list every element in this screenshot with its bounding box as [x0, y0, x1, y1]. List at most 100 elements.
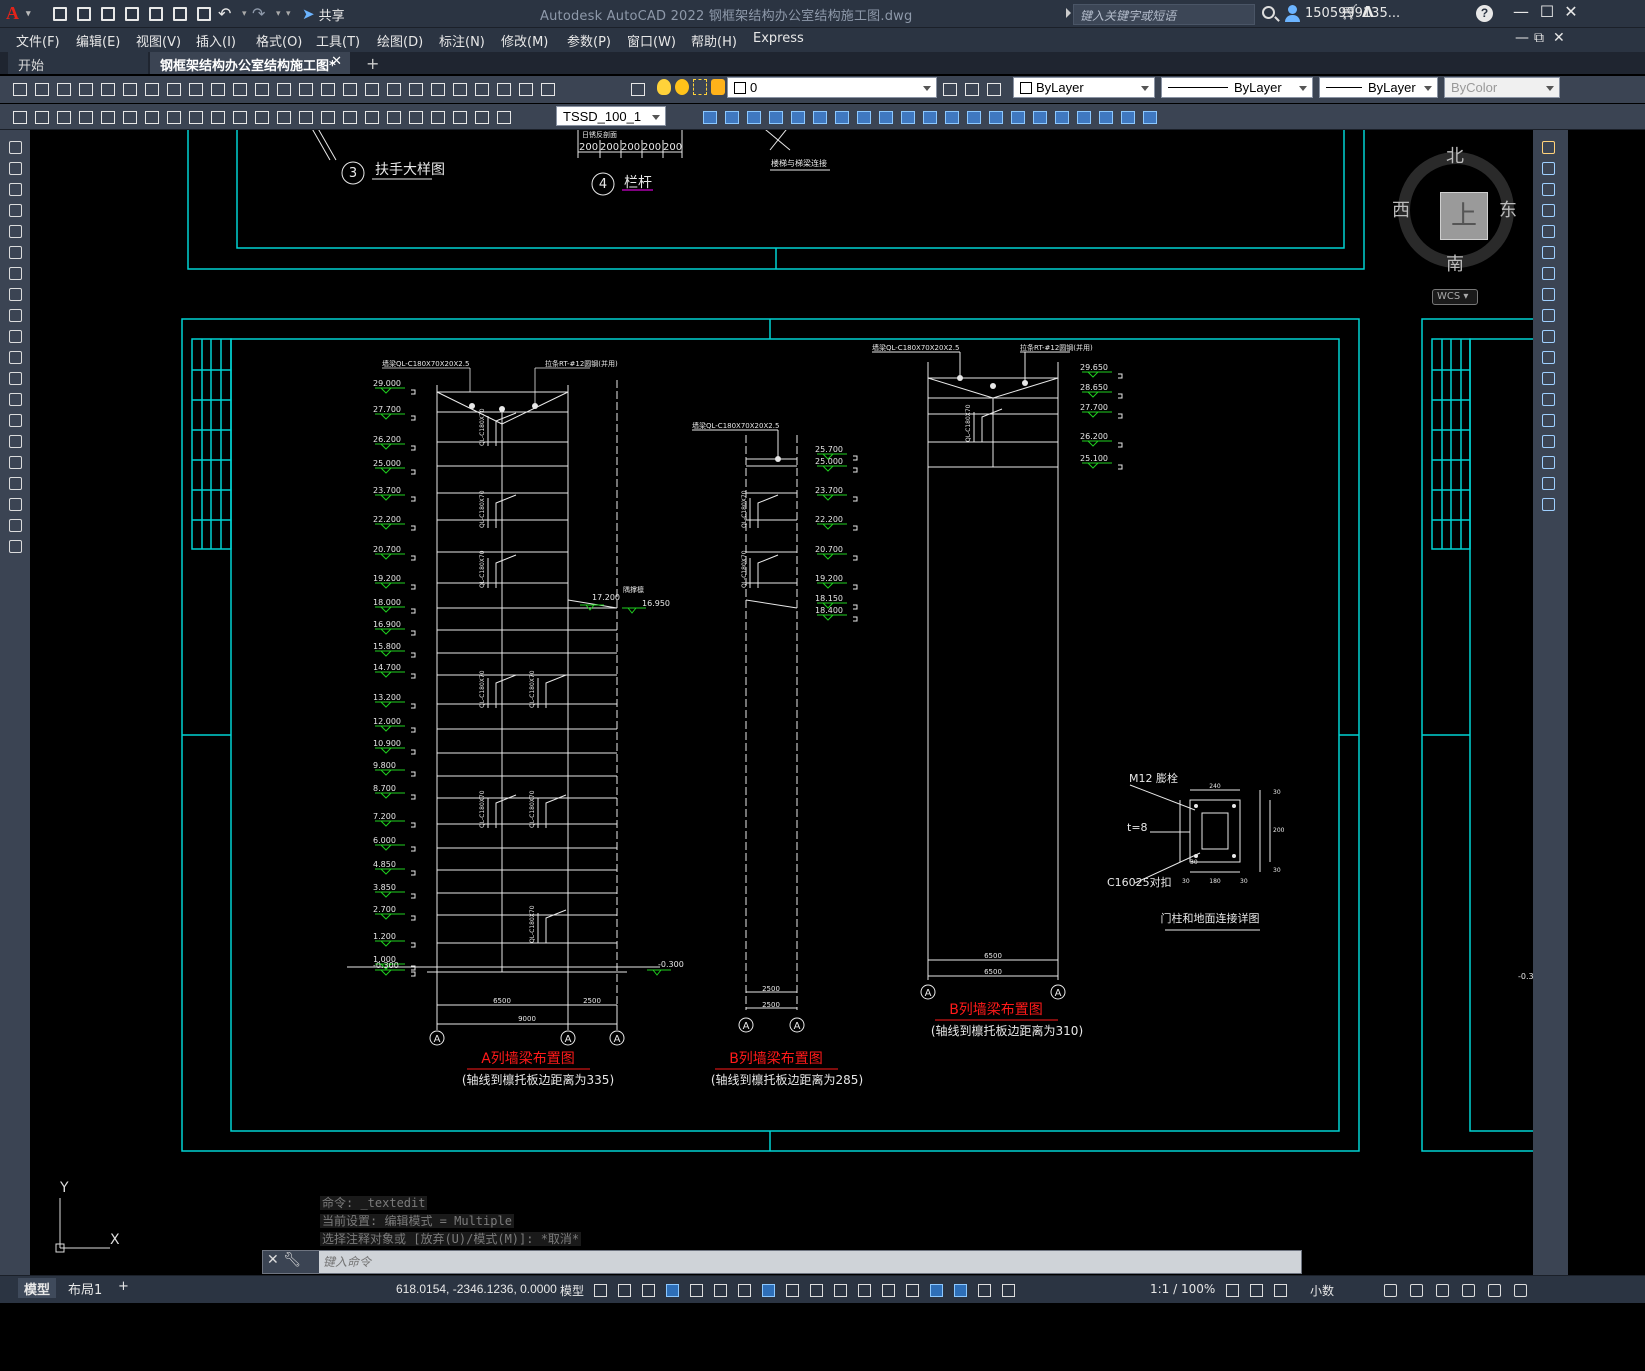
layer-previous-icon[interactable] [962, 80, 981, 98]
dim-text-edit-icon[interactable] [472, 108, 491, 126]
menu-edit[interactable]: 编辑(E) [76, 31, 120, 50]
circle-icon[interactable] [6, 264, 24, 282]
table-icon[interactable] [6, 495, 24, 513]
revision-cloud-icon[interactable] [6, 285, 24, 303]
redo-dropdown-icon[interactable]: ▾ [276, 9, 282, 19]
redo-icon[interactable] [296, 80, 315, 98]
tssd-tool-2-icon[interactable] [32, 108, 51, 126]
region-icon[interactable] [6, 474, 24, 492]
isolate-objects-icon[interactable] [1432, 1280, 1452, 1300]
tssd-tool-7-icon[interactable] [766, 108, 785, 126]
lock-ui-icon[interactable] [1406, 1280, 1426, 1300]
menu-format[interactable]: 格式(O) [256, 31, 302, 50]
tssd-tool-24-icon[interactable] [1140, 108, 1159, 126]
tssd-tool-18-icon[interactable] [1008, 108, 1027, 126]
add-layout-button[interactable]: + [112, 1278, 135, 1298]
annotation-scale[interactable]: 1:1 / 100% [1150, 1282, 1215, 1296]
command-customize-icon[interactable]: 🔧︎ [283, 1252, 301, 1268]
lineweight-dropdown[interactable]: ByLayer [1319, 77, 1438, 98]
maximize-button[interactable]: ☐ [1534, 2, 1560, 26]
markup-icon[interactable] [494, 80, 513, 98]
menu-parametric[interactable]: 参数(P) [567, 31, 611, 50]
menu-view[interactable]: 视图(V) [136, 31, 181, 50]
open-icon[interactable] [32, 80, 51, 98]
selection-cycling-icon[interactable] [830, 1280, 850, 1300]
grid-icon[interactable] [590, 1280, 610, 1300]
dim-aligned-icon[interactable] [98, 108, 117, 126]
plotstyle-dropdown[interactable]: ByColor [1444, 77, 1560, 98]
tssd-tool-1-icon[interactable] [10, 108, 29, 126]
move-icon[interactable] [1539, 243, 1557, 261]
menu-tools[interactable]: 工具(T) [316, 31, 360, 50]
layer-lock-icon[interactable] [711, 79, 725, 95]
properties-icon[interactable] [406, 80, 425, 98]
dim-update-icon[interactable] [494, 108, 513, 126]
dim-diameter-icon[interactable] [208, 108, 227, 126]
spline-icon[interactable] [6, 306, 24, 324]
join-icon[interactable] [1539, 411, 1557, 429]
make-block-icon[interactable] [6, 390, 24, 408]
close-window-button[interactable]: ✕ [1558, 2, 1584, 26]
tssd-tool-12-icon[interactable] [876, 108, 895, 126]
tssd-tool-15-icon[interactable] [942, 108, 961, 126]
tab-layout1[interactable]: 布局1 [62, 1278, 108, 1298]
tssd-tool-14-icon[interactable] [920, 108, 939, 126]
make-current-layer-icon[interactable] [940, 80, 959, 98]
graphics-performance-icon[interactable] [1458, 1280, 1478, 1300]
dim-radius-icon[interactable] [164, 108, 183, 126]
doc-minimize-button[interactable]: — [1515, 30, 1529, 46]
clean-screen-icon[interactable] [1484, 1280, 1504, 1300]
ellipse-arc-icon[interactable] [6, 348, 24, 366]
quick-properties-icon[interactable] [1380, 1280, 1400, 1300]
ellipse-icon[interactable] [6, 327, 24, 345]
rotate-icon[interactable] [1539, 264, 1557, 282]
extend-icon[interactable] [1539, 348, 1557, 366]
rectangle-icon[interactable] [6, 222, 24, 240]
qat-customize-icon[interactable]: ▾ [286, 9, 292, 19]
command-close-icon[interactable]: ✕ [267, 1252, 279, 1268]
selection-filter-icon[interactable] [902, 1280, 922, 1300]
dim-angular-icon[interactable] [230, 108, 249, 126]
save-as-icon[interactable] [122, 4, 142, 24]
transparency-icon[interactable] [806, 1280, 826, 1300]
array-icon[interactable] [1539, 222, 1557, 240]
open-file-icon[interactable] [74, 4, 94, 24]
zoom-window-icon[interactable] [362, 80, 381, 98]
dim-continue-icon[interactable] [296, 108, 315, 126]
dim-arc-icon[interactable] [120, 108, 139, 126]
menu-draw[interactable]: 绘图(D) [377, 31, 423, 50]
polyline-icon[interactable] [6, 180, 24, 198]
construction-line-icon[interactable] [6, 159, 24, 177]
gradient-icon[interactable] [6, 453, 24, 471]
tssd-tool-8-icon[interactable] [788, 108, 807, 126]
close-tab-icon[interactable]: ✕ [331, 54, 342, 69]
color-dropdown[interactable]: ByLayer [1013, 77, 1155, 98]
explode-icon[interactable] [1539, 495, 1557, 513]
model-space-toggle[interactable]: 模型 [560, 1282, 584, 1299]
layer-properties-icon[interactable] [628, 80, 647, 98]
blend-curves-icon[interactable] [1539, 474, 1557, 492]
annotation-visibility-icon[interactable] [950, 1280, 970, 1300]
tssd-tool-19-icon[interactable] [1030, 108, 1049, 126]
search-expand-icon[interactable] [1066, 8, 1071, 18]
tssd-tool-17-icon[interactable] [986, 108, 1005, 126]
fillet-icon[interactable] [1539, 453, 1557, 471]
3d-osnap-icon[interactable] [854, 1280, 874, 1300]
tab-drawing[interactable]: 钢框架结构办公室结构施工图* ✕ [150, 52, 350, 74]
sheet-set-icon[interactable] [472, 80, 491, 98]
viewcube-south[interactable]: 南 [1446, 250, 1464, 276]
open-web-icon[interactable] [146, 4, 166, 24]
quick-dim-icon[interactable] [252, 108, 271, 126]
paste-icon[interactable] [208, 80, 227, 98]
infer-constraints-icon[interactable] [638, 1280, 658, 1300]
viewcube-east[interactable]: 东 [1499, 196, 1517, 222]
mirror-icon[interactable] [1539, 180, 1557, 198]
chamfer-icon[interactable] [1539, 432, 1557, 450]
cut-icon[interactable] [164, 80, 183, 98]
block-editor-icon[interactable] [252, 80, 271, 98]
layer-states-icon[interactable] [984, 80, 1003, 98]
customization-menu-icon[interactable] [1510, 1280, 1530, 1300]
tssd-tool-10-icon[interactable] [832, 108, 851, 126]
annotation-monitor-icon[interactable] [1246, 1280, 1266, 1300]
line-icon[interactable] [6, 138, 24, 156]
